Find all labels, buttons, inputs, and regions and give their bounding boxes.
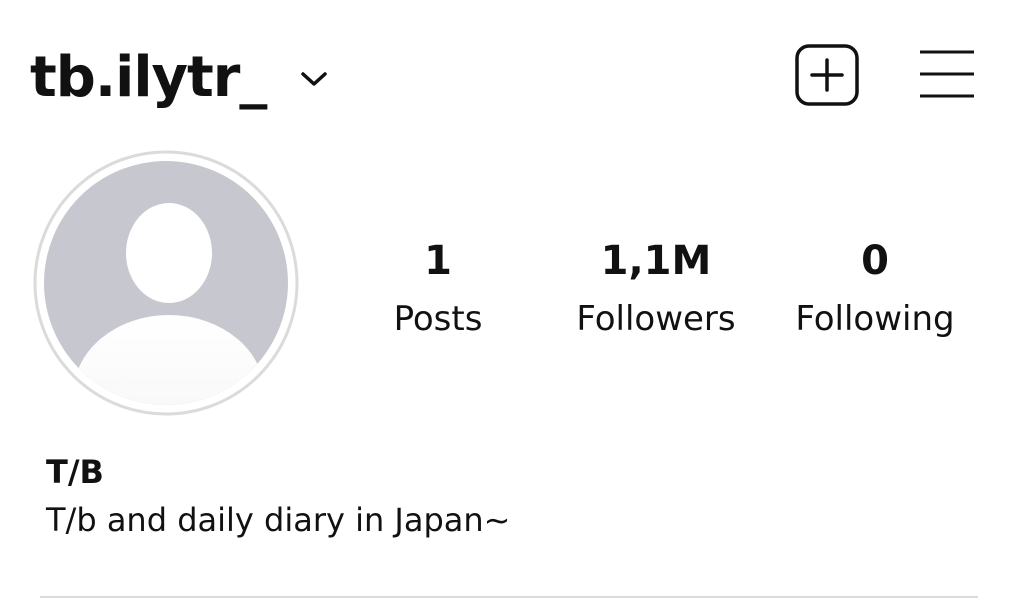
menu-button[interactable] xyxy=(918,48,976,100)
posts-label: Posts xyxy=(393,299,483,339)
add-square-icon xyxy=(795,44,859,106)
following-count: 0 xyxy=(861,238,889,284)
posts-stat[interactable]: 1 Posts xyxy=(378,236,498,342)
username: tb.ilytr_ xyxy=(30,45,267,110)
section-divider xyxy=(40,596,978,598)
posts-count: 1 xyxy=(424,238,452,284)
following-stat[interactable]: 0 Following xyxy=(780,236,970,342)
followers-stat[interactable]: 1,1M Followers xyxy=(561,236,751,342)
new-post-button[interactable] xyxy=(795,44,859,106)
followers-label: Followers xyxy=(576,299,736,339)
followers-count: 1,1M xyxy=(600,238,712,284)
profile-header: tb.ilytr_ xyxy=(0,0,1017,140)
hamburger-menu-icon xyxy=(920,50,974,98)
profile-stats: 1 Posts 1,1M Followers 0 Following xyxy=(0,236,1017,346)
bio-text: T/b and daily diary in Japan~ xyxy=(46,501,511,539)
following-label: Following xyxy=(795,299,955,339)
display-name: T/B xyxy=(46,453,104,491)
profile-bio: T/B T/b and daily diary in Japan~ xyxy=(46,450,510,542)
chevron-down-icon xyxy=(300,69,328,89)
account-switcher-button[interactable]: tb.ilytr_ xyxy=(30,38,328,118)
